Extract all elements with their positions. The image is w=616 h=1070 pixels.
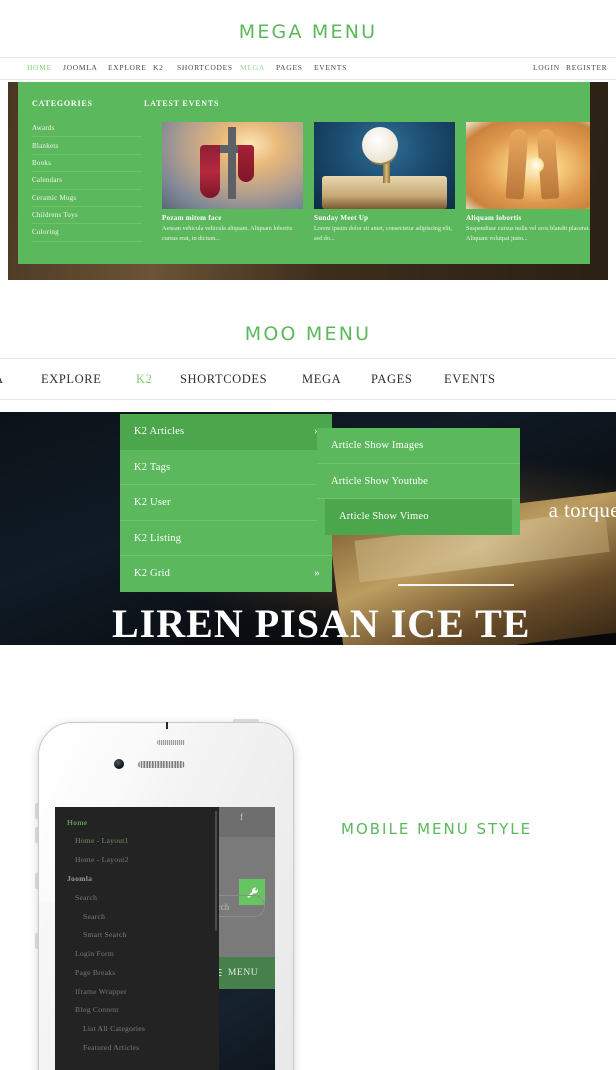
mobile-nav-item-smart-search[interactable]: Smart Search bbox=[55, 926, 219, 945]
list-item[interactable]: Awards bbox=[32, 120, 142, 138]
moo-nav-item-k2[interactable]: K2 bbox=[136, 372, 152, 387]
phone-volume-up-button[interactable] bbox=[35, 803, 38, 819]
event-description: Lorem ipsum dolor sit amet, consectetur … bbox=[314, 225, 452, 243]
front-camera-icon bbox=[113, 759, 124, 769]
mega-categories-list: Awards Blankets Books Calendars Ceramic … bbox=[32, 120, 142, 242]
event-title: Sunday Meet Up bbox=[314, 214, 369, 222]
event-card[interactable]: Pozam mitem face Aenean vehicula vehicul… bbox=[162, 122, 303, 244]
mobile-nav-item-home-layout2[interactable]: Home - Layout2 bbox=[55, 851, 219, 870]
list-item[interactable]: Blankets bbox=[32, 137, 142, 155]
moo-nav-item-events[interactable]: EVENTS bbox=[444, 372, 496, 387]
event-description: Suspendisse cursus nulla vel eros blandi… bbox=[466, 225, 590, 243]
chevron-right-icon: » bbox=[314, 567, 320, 579]
mega-navbar-inner: HOME JOOMLA EXPLORE K2 SHORTCODES MEGA P… bbox=[0, 58, 616, 79]
mobile-nav-item-home[interactable]: Home bbox=[55, 813, 219, 832]
nav-item-pages[interactable]: PAGES bbox=[276, 63, 303, 72]
mobile-nav-item-list-all-categories[interactable]: List All Categories bbox=[55, 1020, 219, 1039]
list-item[interactable]: Ceramic Mugs bbox=[32, 190, 142, 207]
nav-item-home[interactable]: HOME bbox=[27, 63, 52, 72]
moo-submenu-item-label: Article Show Vimeo bbox=[339, 511, 429, 522]
mobile-nav-item-login-form[interactable]: Login Form bbox=[55, 944, 219, 963]
nav-item-joomla[interactable]: JOOMLA bbox=[63, 63, 98, 72]
nav-item-explore[interactable]: EXPLORE bbox=[108, 63, 147, 72]
phone-silent-switch[interactable] bbox=[35, 873, 38, 889]
moo-menu-item-k2-tags[interactable]: K2 Tags bbox=[120, 450, 332, 485]
mobile-nav-item-search-group[interactable]: Search bbox=[55, 888, 219, 907]
facebook-icon[interactable]: f bbox=[240, 812, 243, 822]
moo-submenu-item-label: Article Show Images bbox=[331, 440, 424, 451]
event-title: Pozam mitem face bbox=[162, 214, 222, 222]
phone-side-button[interactable] bbox=[35, 933, 38, 949]
nav-item-register[interactable]: REGISTER bbox=[566, 63, 607, 72]
moo-nav-item-pages[interactable]: PAGES bbox=[371, 372, 412, 387]
phone-volume-down-button[interactable] bbox=[35, 827, 38, 843]
moo-nav-item-shortcodes[interactable]: SHORTCODES bbox=[180, 372, 267, 387]
moo-submenu-item-article-show-vimeo[interactable]: Article Show Vimeo bbox=[325, 499, 512, 535]
mega-navbar: HOME JOOMLA EXPLORE K2 SHORTCODES MEGA P… bbox=[0, 57, 616, 80]
mobile-nav-item-joomla[interactable]: Joomla bbox=[55, 869, 219, 888]
moo-nav-item-explore[interactable]: EXPLORE bbox=[41, 372, 101, 387]
moo-submenu-item-label: Article Show Youtube bbox=[331, 475, 429, 487]
moo-menu-item-k2-user[interactable]: K2 User bbox=[120, 485, 332, 521]
moo-menu-item-k2-articles[interactable]: K2 Articles » bbox=[120, 414, 332, 450]
moo-menu-item-label: K2 User bbox=[134, 497, 171, 508]
proximity-sensor-icon bbox=[157, 740, 186, 745]
moo-menu-item-k2-grid[interactable]: K2 Grid » bbox=[120, 556, 332, 592]
nav-item-shortcodes[interactable]: SHORTCODES bbox=[177, 63, 233, 72]
nav-item-k2[interactable]: K2 bbox=[153, 63, 164, 72]
mobile-nav-item-blog-content[interactable]: Blog Content bbox=[55, 1001, 219, 1020]
event-card[interactable]: Aliquam lobortis Suspendisse cursus null… bbox=[466, 122, 590, 244]
mobile-nav-item-home-layout1[interactable]: Home - Layout1 bbox=[55, 832, 219, 851]
event-card[interactable]: Sunday Meet Up Lorem ipsum dolor sit ame… bbox=[314, 122, 455, 244]
moo-menu-item-label: K2 Grid bbox=[134, 568, 171, 579]
moo-menu-item-k2-listing[interactable]: K2 Listing bbox=[120, 521, 332, 556]
moo-submenu-item-article-show-images[interactable]: Article Show Images bbox=[317, 428, 520, 464]
phone-power-button[interactable] bbox=[233, 719, 259, 722]
mega-events-grid: Pozam mitem face Aenean vehicula vehicul… bbox=[144, 122, 590, 262]
phone-mockup: f Search ☰ MENU Home bbox=[35, 719, 294, 1070]
mega-categories-heading: CATEGORIES bbox=[32, 99, 93, 108]
banner-headline: LIREN PISAN ICE TE bbox=[112, 601, 531, 646]
nav-item-events[interactable]: EVENTS bbox=[314, 63, 347, 72]
moo-menu-item-label: K2 Listing bbox=[134, 532, 182, 544]
list-item[interactable]: Childrens Toys bbox=[32, 207, 142, 225]
mobile-nav-item-iframe-wrapper[interactable]: Iframe Wrapper bbox=[55, 982, 219, 1001]
nav-item-mega[interactable]: MEGA bbox=[240, 63, 265, 72]
mega-menu-section-title: MEGA MENU bbox=[238, 21, 378, 43]
event-thumbnail-chalice bbox=[314, 122, 455, 209]
page-root: MEGA MENU HOME JOOMLA EXPLORE K2 SHORTCO… bbox=[0, 0, 616, 1070]
event-thumbnail-cross bbox=[162, 122, 303, 209]
list-item[interactable]: Books bbox=[32, 155, 142, 173]
mobile-nav-drawer: Home Home - Layout1 Home - Layout2 Jooml… bbox=[55, 807, 219, 1070]
moo-nav-item-joomla-clipped[interactable]: A bbox=[0, 372, 4, 387]
moo-nav-item-mega[interactable]: MEGA bbox=[302, 372, 341, 387]
event-description: Aenean vehicula vehicula aliquam. Aliqua… bbox=[162, 225, 293, 243]
earpiece-speaker-icon bbox=[138, 761, 186, 768]
list-item[interactable]: Calendars bbox=[32, 172, 142, 190]
mega-dropdown-panel: CATEGORIES Awards Blankets Books Calenda… bbox=[18, 82, 590, 264]
mobile-nav-item-page-breaks[interactable]: Page Breaks bbox=[55, 963, 219, 982]
mega-events-heading: LATEST EVENTS bbox=[144, 99, 220, 108]
moo-submenu-item-article-show-youtube[interactable]: Article Show Youtube bbox=[317, 464, 520, 499]
moo-dropdown-k2: K2 Articles » K2 Tags K2 User K2 Listing… bbox=[120, 414, 332, 592]
mobile-menu-section-title: MOBILE MENU STYLE bbox=[341, 820, 533, 838]
mobile-nav-item-search[interactable]: Search bbox=[55, 907, 219, 926]
banner-subtitle: a torque bbox=[548, 498, 616, 522]
event-thumbnail-praying-hands bbox=[466, 122, 590, 209]
moo-menu-section-title: MOO MENU bbox=[244, 323, 372, 345]
mega-categories-column: CATEGORIES Awards Blankets Books Calenda… bbox=[32, 99, 142, 242]
moo-menu-item-label: K2 Articles bbox=[134, 426, 185, 437]
mobile-nav-scrollbar[interactable] bbox=[215, 811, 217, 931]
nav-item-login[interactable]: LOGIN bbox=[533, 63, 560, 72]
banner-divider bbox=[398, 584, 514, 586]
mega-events-column: LATEST EVENTS Pozam mitem face Aenean ve… bbox=[144, 99, 590, 264]
mobile-nav-item-featured-articles[interactable]: Featured Articles bbox=[55, 1038, 219, 1057]
event-title: Aliquam lobortis bbox=[466, 214, 522, 222]
mobile-menu-toggle-label: MENU bbox=[227, 968, 259, 978]
moo-menu-item-label: K2 Tags bbox=[134, 461, 171, 473]
phone-screen: f Search ☰ MENU Home bbox=[55, 807, 275, 1070]
moo-submenu-k2-articles: Article Show Images Article Show Youtube… bbox=[317, 428, 520, 535]
list-item[interactable]: Coloring bbox=[32, 224, 142, 242]
phone-antenna bbox=[166, 722, 168, 729]
